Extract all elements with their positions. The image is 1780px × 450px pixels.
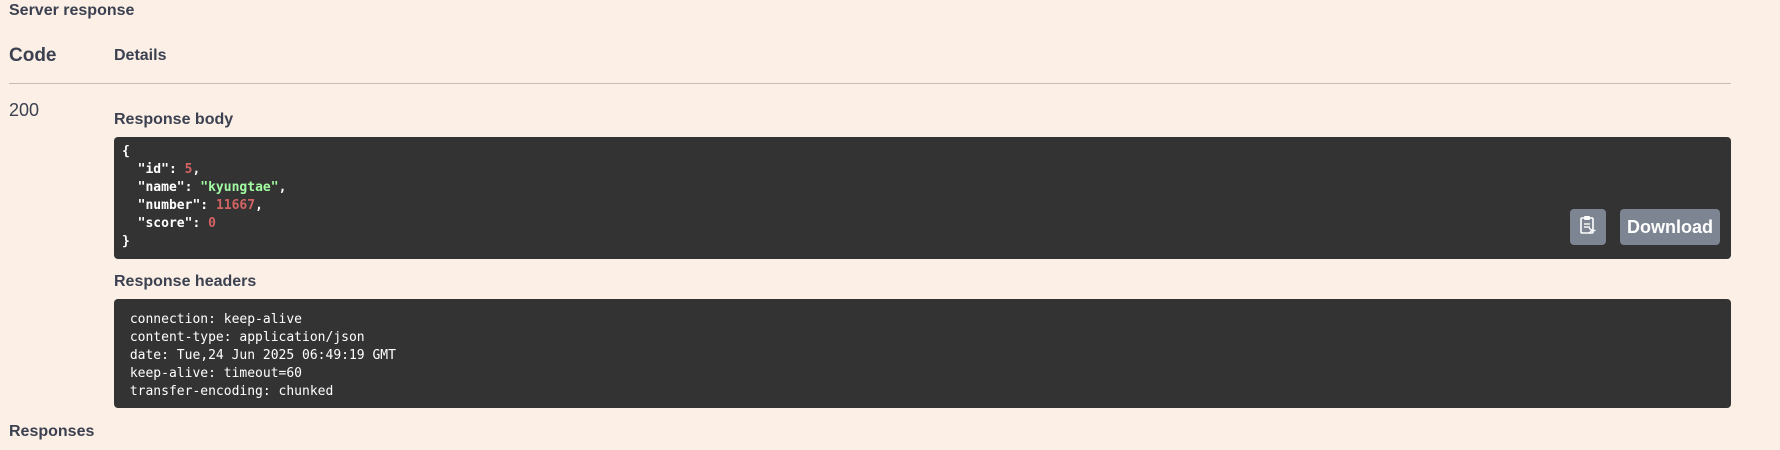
json-key: "id" (137, 162, 169, 177)
response-body-line: "id": 5, (122, 161, 1723, 179)
response-body-line: { (122, 143, 1723, 161)
server-response-title: Server response (9, 2, 135, 19)
json-punct: : (168, 162, 185, 177)
json-punct: : (184, 180, 201, 195)
json-key: "name" (137, 180, 185, 195)
json-punct: , (192, 162, 201, 177)
json-num: 11667 (215, 198, 256, 213)
response-headers-label: Response headers (114, 273, 257, 290)
response-body-line: "name": "kyungtae", (122, 179, 1723, 197)
details-column-header: Details (114, 47, 167, 64)
response-header-line: transfer-encoding: chunked (122, 384, 342, 399)
response-body-label: Response body (114, 111, 234, 128)
json-punct: , (255, 198, 263, 213)
response-header-line: date: Tue,24 Jun 2025 06:49:19 GMT (122, 348, 404, 363)
download-button[interactable]: Download (1620, 209, 1720, 245)
response-body-line: } (122, 233, 1723, 251)
copy-to-clipboard-button[interactable] (1570, 209, 1606, 245)
json-punct: : (192, 216, 209, 231)
response-header-line: connection: keep-alive (122, 312, 310, 327)
json-punct: , (278, 180, 287, 195)
table-divider (9, 83, 1731, 84)
response-headers-block[interactable]: connection: keep-alive content-type: app… (114, 299, 1731, 408)
response-header-line: keep-alive: timeout=60 (122, 366, 310, 381)
response-body-block[interactable]: { "id": 5, "name": "kyungtae", "number":… (114, 137, 1731, 259)
responses-title: Responses (9, 423, 95, 440)
response-body-line: "number": 11667, (122, 197, 1723, 215)
json-str: "kyungtae" (200, 180, 279, 195)
json-punct: } (122, 234, 130, 249)
status-code: 200 (9, 100, 40, 120)
code-column-header: Code (9, 45, 57, 66)
response-header-line: content-type: application/json (122, 330, 373, 345)
json-key: "number" (137, 198, 201, 213)
clipboard-icon (1580, 215, 1596, 240)
json-punct: : (200, 198, 216, 213)
json-key: "score" (137, 216, 193, 231)
json-punct: { (122, 144, 130, 159)
json-num: 0 (208, 216, 216, 231)
response-body-line: "score": 0 (122, 215, 1723, 233)
